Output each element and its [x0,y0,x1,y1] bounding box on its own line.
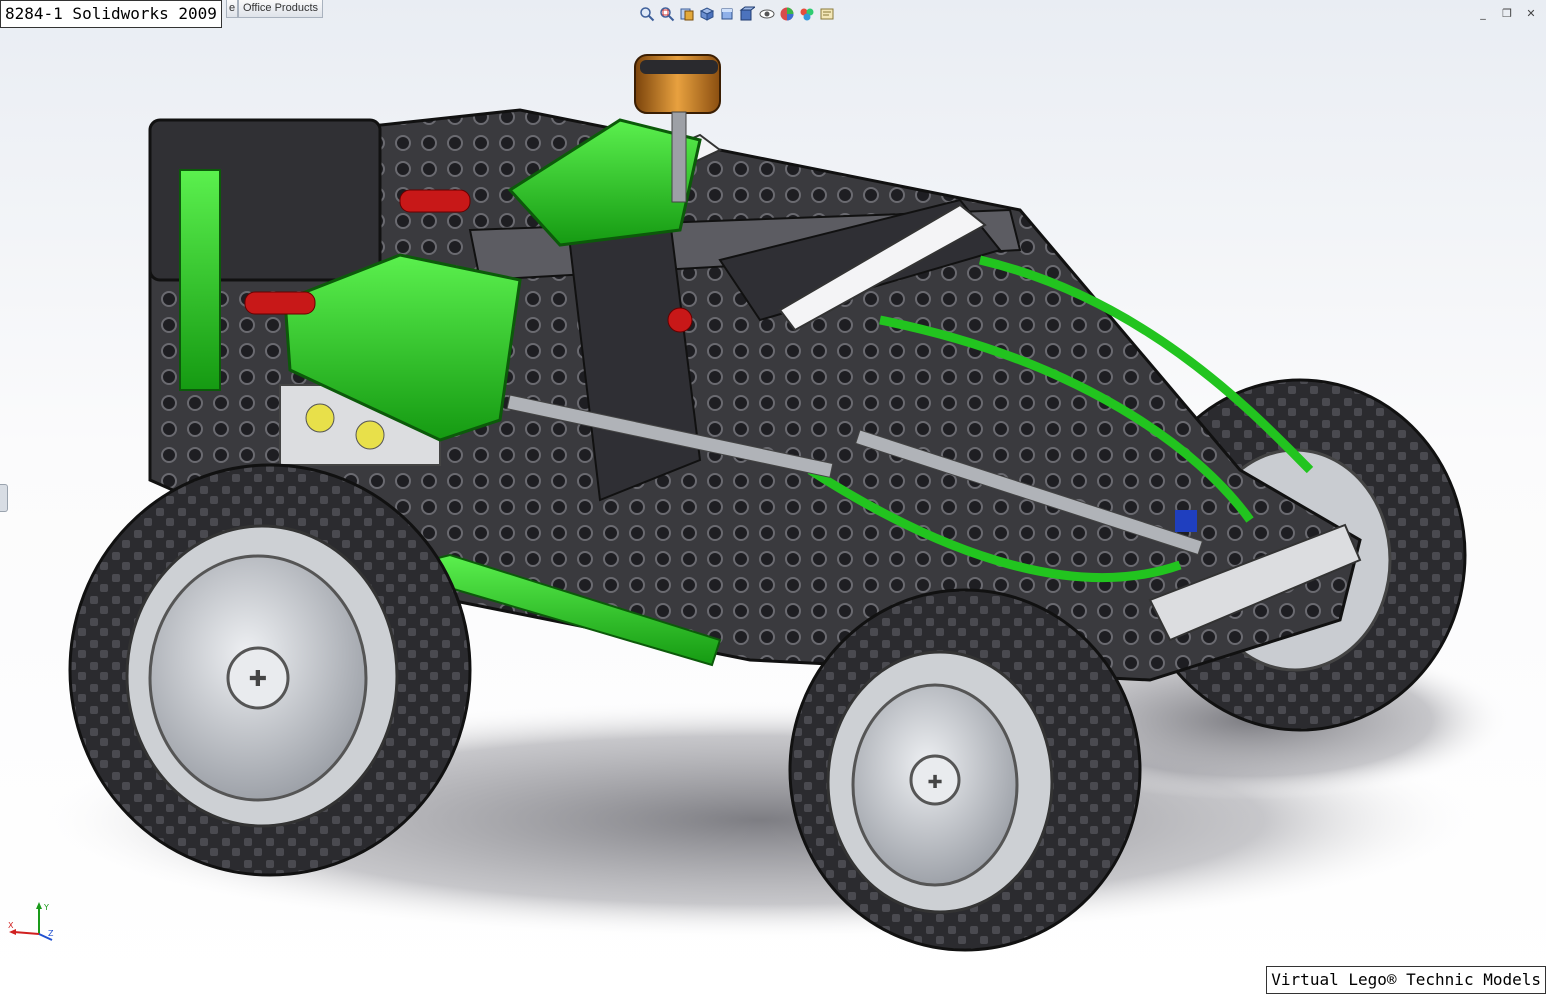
model-title-label: 8284-1 Solidworks 2009 [0,0,222,28]
zoom-to-fit-icon[interactable] [638,5,655,22]
lego-buggy-model[interactable]: ✚ ✚ [0,0,1546,994]
heads-up-view-toolbar [638,5,835,22]
close-icon[interactable]: ✕ [1524,6,1538,20]
display-style-icon[interactable] [738,5,755,22]
rear-left-wheel: ✚ [68,463,472,877]
view-settings-icon[interactable] [818,5,835,22]
front-left-wheel: ✚ [788,588,1142,952]
svg-text:✚: ✚ [927,772,942,793]
window-controls: _ ❐ ✕ [1476,6,1538,20]
previous-view-icon[interactable] [678,5,695,22]
svg-text:✚: ✚ [249,667,267,692]
document-tabs: e Office Products [226,0,323,18]
reference-triad: Y X Z [8,902,54,941]
watermark-label: Virtual Lego® Technic Models [1266,966,1546,994]
restore-icon[interactable]: ❐ [1500,6,1514,20]
triad-y-label: Y [43,903,49,912]
hide-show-items-icon[interactable] [758,5,775,22]
graphics-area[interactable]: ✚ ✚ e Office Products _ ❐ ✕ Y X Z [0,0,1546,994]
panel-expand-handle[interactable] [0,484,8,512]
triad-z-label: Z [48,929,54,938]
tab-hidden[interactable]: e [226,0,238,18]
apply-scene-icon[interactable] [798,5,815,22]
tab-office-products[interactable]: Office Products [238,0,323,18]
minimize-icon[interactable]: _ [1476,6,1490,20]
triad-x-label: X [8,921,14,930]
edit-appearance-icon[interactable] [778,5,795,22]
zoom-to-area-icon[interactable] [658,5,675,22]
section-view-icon[interactable] [698,5,715,22]
view-orientation-icon[interactable] [718,5,735,22]
